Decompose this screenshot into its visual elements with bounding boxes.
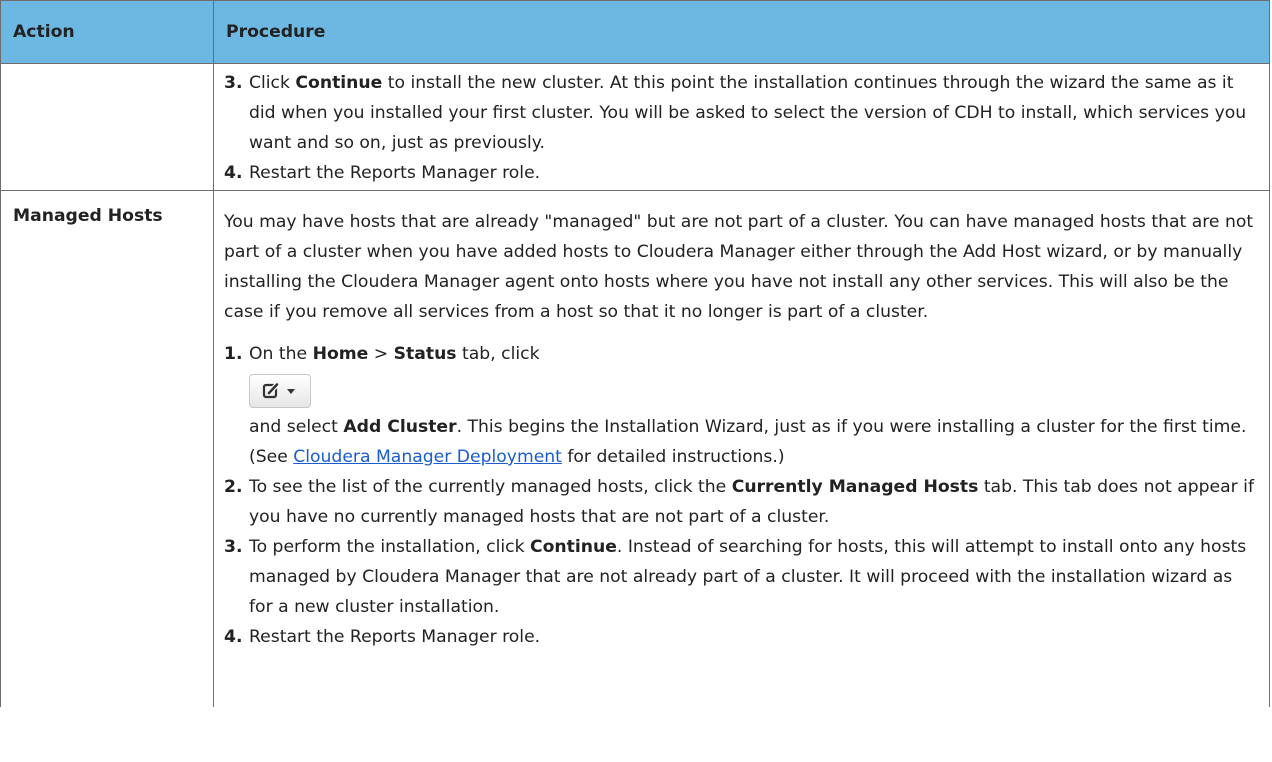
step-number: 4.: [224, 163, 243, 183]
cloudera-manager-deployment-link[interactable]: Cloudera Manager Deployment: [293, 447, 562, 467]
step-number: 4.: [224, 627, 243, 647]
procedure-cell: You may have hosts that are already "man…: [213, 190, 1270, 707]
step-text: To perform the installation, click: [249, 537, 531, 557]
edit-dropdown-icon: [262, 382, 295, 399]
step-text: >: [368, 344, 394, 364]
table-row: Managed Hosts You may have hosts that ar…: [0, 190, 1270, 707]
column-header-action: Action: [0, 0, 214, 64]
step-text: Restart the Reports Manager role.: [249, 163, 541, 183]
procedure-table: Action Procedure 3. Click Continue to in…: [0, 0, 1270, 707]
step-text: On the: [249, 344, 313, 364]
add-cluster-label: Add Cluster: [343, 417, 457, 437]
step-number: 1.: [224, 344, 243, 364]
step-number: 3.: [224, 537, 243, 557]
step-text: Restart the Reports Manager role.: [249, 627, 541, 647]
step-list: 3. Click Continue to install the new clu…: [214, 68, 1269, 188]
step-text: to install the new cluster. At this poin…: [249, 73, 1247, 153]
step-number: 3.: [224, 73, 243, 93]
home-label: Home: [312, 344, 369, 364]
column-header-procedure: Procedure: [213, 0, 1270, 64]
step-item: 4. Restart the Reports Manager role.: [214, 158, 1259, 188]
step-text: and select: [249, 417, 344, 437]
step-item: 2. To see the list of the currently mana…: [214, 472, 1259, 532]
table-header-row: Action Procedure: [0, 0, 1270, 64]
step-text: tab, click: [456, 344, 540, 364]
status-label: Status: [393, 344, 457, 364]
step-item: 4. Restart the Reports Manager role.: [214, 622, 1259, 652]
continue-label: Continue: [530, 537, 617, 557]
step-text: To see the list of the currently managed…: [249, 477, 732, 497]
step-list: 1. On the Home > Status tab, click and s…: [214, 339, 1269, 652]
step-text: Click: [249, 73, 296, 93]
action-cell: [0, 63, 214, 191]
step-text: for detailed instructions.): [561, 447, 785, 467]
step-item: 3. To perform the installation, click Co…: [214, 532, 1259, 622]
table-row: 3. Click Continue to install the new clu…: [0, 63, 1270, 191]
step-item: 1. On the Home > Status tab, click and s…: [214, 339, 1259, 472]
intro-paragraph: You may have hosts that are already "man…: [224, 212, 1254, 322]
step-number: 2.: [224, 477, 243, 497]
procedure-cell: 3. Click Continue to install the new clu…: [213, 63, 1270, 191]
currently-managed-hosts-label: Currently Managed Hosts: [731, 477, 979, 497]
edit-dropdown-button[interactable]: [249, 374, 311, 408]
continue-label: Continue: [295, 73, 383, 93]
action-cell: Managed Hosts: [0, 190, 214, 707]
step-item: 3. Click Continue to install the new clu…: [214, 68, 1259, 158]
